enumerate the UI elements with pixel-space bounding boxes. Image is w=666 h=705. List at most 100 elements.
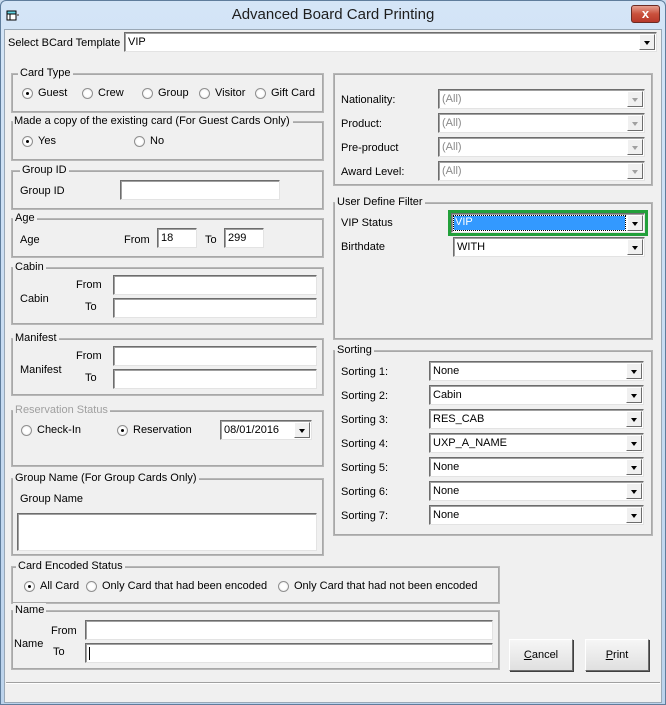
name-to-input[interactable] [85,643,493,663]
sorting-7-select[interactable]: None [429,505,644,525]
copy-card-group: Made a copy of the existing card (For Gu… [11,114,324,161]
sorting-5-select[interactable]: None [429,457,644,477]
age-title: Age [13,211,37,225]
sorting-1-select[interactable]: None [429,361,644,381]
chevron-down-icon[interactable] [626,411,642,427]
sorting-3-select[interactable]: RES_CAB [429,409,644,429]
manifest-from-label: From [76,350,102,362]
radio-unchecked-icon [278,581,289,592]
group-name-input[interactable] [17,513,317,551]
radio-unchecked-icon [21,425,32,436]
chevron-down-icon [627,91,643,107]
name-to-label: To [53,646,65,658]
chevron-down-icon[interactable] [294,422,310,438]
cancel-button[interactable]: Cancel [509,639,573,671]
chevron-down-icon[interactable] [626,507,642,523]
pre-product-select[interactable]: (All) [438,137,645,157]
sorting-6-select[interactable]: None [429,481,644,501]
radio-unchecked-icon [86,581,97,592]
template-value: VIP [128,36,146,48]
manifest-to-input[interactable] [113,369,317,389]
card-type-group: Card Type Guest Crew Group Visitor Gift … [11,66,324,113]
radio-checked-icon [22,88,33,99]
name-from-label: From [51,625,77,637]
sorting-4-select[interactable]: UXP_A_NAME [429,433,644,453]
radio-unchecked-icon [82,88,93,99]
product-label: Product: [341,118,382,130]
pre-product-label: Pre-product [341,142,399,154]
sorting-5-label: Sorting 5: [341,462,389,474]
radio-checked-icon [117,425,128,436]
cabin-to-input[interactable] [113,298,317,318]
birthdate-select[interactable]: WITH [453,237,645,257]
product-select[interactable]: (All) [438,113,645,133]
cabin-label: Cabin [20,293,49,305]
group-name-label: Group Name [20,493,83,505]
title-bar[interactable]: Advanced Board Card Printing x [1,1,665,29]
radio-unchecked-icon [255,88,266,99]
template-label: Select BCard Template [8,37,121,49]
chevron-down-icon[interactable] [626,459,642,475]
chevron-down-icon [627,115,643,131]
sorting-1-label: Sorting 1: [341,366,389,378]
sorting-group: Sorting Sorting 1: None Sorting 2: Cabin… [333,343,653,536]
chevron-down-icon[interactable] [626,435,642,451]
name-group: Name Name From To [11,603,500,670]
print-button[interactable]: Print [585,639,649,671]
group-id-input[interactable] [120,180,280,200]
manifest-from-input[interactable] [113,346,317,366]
sorting-6-label: Sorting 6: [341,486,389,498]
radio-checked-icon [24,581,35,592]
cabin-from-label: From [76,279,102,291]
cabin-title: Cabin [13,260,46,274]
chevron-down-icon[interactable] [627,215,643,231]
chevron-down-icon[interactable] [626,363,642,379]
chevron-down-icon [627,163,643,179]
age-label: Age [20,234,40,246]
template-select[interactable]: VIP [124,32,657,52]
award-level-label: Award Level: [341,166,405,178]
chevron-down-icon[interactable] [639,34,655,50]
age-from-label: From [124,234,150,246]
card-encoded-group: Card Encoded Status All Card Only Card t… [11,559,500,604]
cabin-from-input[interactable] [113,275,317,295]
close-button[interactable]: x [631,5,660,23]
age-to-label: To [205,234,217,246]
group-id-group: Group ID Group ID [11,163,324,210]
sorting-3-label: Sorting 3: [341,414,389,426]
card-type-title: Card Type [18,66,73,80]
award-level-select[interactable]: (All) [438,161,645,181]
text-caret [89,647,90,660]
nationality-select[interactable]: (All) [438,89,645,109]
chevron-down-icon[interactable] [626,387,642,403]
reservation-date-picker[interactable]: 08/01/2016 [220,420,312,440]
window-title: Advanced Board Card Printing [231,6,435,23]
name-from-input[interactable] [85,620,493,640]
group-id-title: Group ID [20,163,69,177]
user-define-filter-group: User Define Filter VIP Status VIP Birthd… [333,195,653,340]
chevron-down-icon[interactable] [627,239,643,255]
sorting-2-select[interactable]: Cabin [429,385,644,405]
reservation-status-group: Reservation Status Check-In Reservation … [11,403,324,467]
cabin-group: Cabin Cabin From To [11,260,324,325]
card-encoded-title: Card Encoded Status [16,559,125,573]
vip-status-label: VIP Status [341,217,393,229]
age-to-input[interactable]: 299 [224,228,264,248]
radio-unchecked-icon [199,88,210,99]
filters-group: Nationality: (All) Product: (All) Pre-pr… [333,73,653,186]
close-icon: x [641,6,650,21]
chevron-down-icon [627,139,643,155]
copy-card-title: Made a copy of the existing card (For Gu… [13,114,293,128]
dialog-client: Select BCard Template VIP Card Type Gues… [4,29,662,703]
vip-status-select[interactable]: VIP [451,213,645,233]
age-from-input[interactable]: 18 [157,228,197,248]
dialog-window: Advanced Board Card Printing x Select BC… [0,0,666,705]
status-bar [6,682,660,702]
reservation-status-title: Reservation Status [13,403,110,417]
manifest-group: Manifest Manifest From To [11,331,324,396]
chevron-down-icon[interactable] [626,483,642,499]
cabin-to-label: To [85,301,97,313]
name-title: Name [13,603,47,617]
sorting-2-label: Sorting 2: [341,390,389,402]
group-name-group: Group Name (For Group Cards Only) Group … [11,471,324,556]
